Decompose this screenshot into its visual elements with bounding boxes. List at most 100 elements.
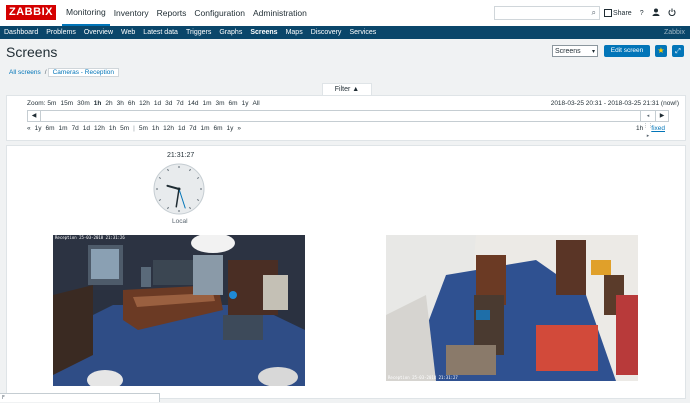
nav-forward-1m[interactable]: 1m: [200, 125, 209, 132]
nav-back-7d[interactable]: 7d: [72, 125, 79, 132]
nav-forward-12h[interactable]: 12h: [163, 125, 174, 132]
share-label: Share: [613, 9, 632, 17]
submenu-item-latest-data[interactable]: Latest data: [139, 26, 182, 39]
zoom-2h[interactable]: 2h: [105, 100, 112, 107]
camera-image-1: Reception 25-03-2018 21:31:26: [53, 235, 305, 386]
submenu-item-overview[interactable]: Overview: [80, 26, 117, 39]
user-icon[interactable]: [652, 8, 660, 18]
nav-back-5m[interactable]: 5m: [120, 125, 129, 132]
scroll-right-button[interactable]: ▶: [656, 111, 668, 121]
breadcrumb-current-screen[interactable]: Cameras - Reception: [47, 68, 120, 77]
zoom-12h[interactable]: 12h: [139, 100, 150, 107]
clock-time: 21:31:27: [167, 152, 195, 159]
chevron-down-icon: ▾: [591, 49, 595, 55]
date-range: 2018-03-25 20:31 - 2018-03-25 21:31 (now…: [550, 100, 679, 107]
zoom-3h[interactable]: 3h: [117, 100, 124, 107]
filter-panel: Zoom: 5m 15m 30m 1h 2h 3h 6h 12h 1d 3d 7d 14d 1m 3m 6m…: [6, 95, 686, 141]
top-bar: ZABBIX Monitoring Inventory Reports Conf…: [0, 0, 690, 27]
period-navigation: « 1y 6m 1m 7d 1d 12h 1h 5m | 5m 1h 12h 1d 7d 1m 6m 1y …: [27, 125, 245, 132]
zoom-3m[interactable]: 3m: [216, 100, 225, 107]
nav-back-1y[interactable]: 1y: [35, 125, 42, 132]
submenu-item-discovery[interactable]: Discovery: [307, 26, 346, 39]
edit-screen-button[interactable]: Edit screen: [604, 45, 650, 57]
zoom-1d[interactable]: 1d: [154, 100, 161, 107]
breadcrumb-all-screens[interactable]: All screens: [6, 69, 44, 76]
menu-configuration[interactable]: Configuration: [190, 0, 249, 26]
nav-back-1m[interactable]: 1m: [59, 125, 68, 132]
status-bar: F: [0, 393, 160, 402]
sub-menu: Dashboard Problems Overview Web Latest data T…: [0, 26, 690, 39]
nav-back-1h[interactable]: 1h: [109, 125, 116, 132]
fullscreen-icon[interactable]: ⤢: [672, 45, 684, 57]
favourite-star-icon[interactable]: ★: [655, 45, 667, 57]
nav-forward-6m[interactable]: 6m: [213, 125, 222, 132]
nav-separator: |: [133, 125, 135, 132]
zoom-15m[interactable]: 15m: [60, 100, 73, 107]
screen-select-value: Screens: [555, 48, 581, 55]
menu-reports[interactable]: Reports: [153, 0, 191, 26]
period-length: 1h: [636, 125, 644, 132]
fixed-toggle[interactable]: fixed: [651, 125, 665, 132]
power-icon[interactable]: [668, 8, 676, 18]
nav-back-marker: «: [27, 125, 31, 132]
submenu-item-graphs[interactable]: Graphs: [215, 26, 246, 39]
zoom-14d[interactable]: 14d: [188, 100, 199, 107]
search-icon[interactable]: ⌕: [592, 7, 596, 19]
share-button[interactable]: Share: [604, 9, 632, 17]
submenu-item-triggers[interactable]: Triggers: [182, 26, 215, 39]
zoom-1y[interactable]: 1y: [242, 100, 249, 107]
submenu-item-services[interactable]: Services: [345, 26, 380, 39]
search-input[interactable]: ⌕: [494, 6, 600, 20]
nav-forward-1d[interactable]: 1d: [178, 125, 185, 132]
timeline-scrollbar[interactable]: ◀ ◂ ⋮⋮ ▸ ▶: [27, 110, 669, 139]
clock-label: Local: [172, 218, 188, 225]
top-icons: Share ?: [604, 5, 676, 21]
nav-forward-marker: »: [237, 125, 242, 132]
submenu-item-problems[interactable]: Problems: [42, 26, 80, 39]
zoom-All[interactable]: All: [252, 100, 259, 107]
zoom-1m[interactable]: 1m: [202, 100, 211, 107]
nav-forward-5m[interactable]: 5m: [139, 125, 148, 132]
breadcrumb: All screens / Cameras - Reception: [6, 67, 120, 78]
camera-2-scene: [386, 235, 638, 381]
caret-up-icon: ▲: [352, 86, 360, 93]
submenu-item-dashboard[interactable]: Dashboard: [0, 26, 42, 39]
scroll-handle[interactable]: ◂ ⋮⋮ ▸: [640, 111, 656, 139]
scroll-left-button[interactable]: ◀: [28, 111, 41, 121]
zoom-5m[interactable]: 5m: [47, 100, 56, 107]
menu-administration[interactable]: Administration: [249, 0, 311, 26]
nav-back-1d[interactable]: 1d: [83, 125, 90, 132]
period-controls: 1h fixed: [636, 125, 665, 132]
screen-select[interactable]: Screens ▾: [552, 45, 598, 57]
camera-1-timestamp: Reception 25-03-2018 21:31:26: [55, 235, 125, 240]
zoom-3d[interactable]: 3d: [165, 100, 172, 107]
zoom-7d[interactable]: 7d: [176, 100, 183, 107]
nav-back-12h[interactable]: 12h: [94, 125, 105, 132]
nav-forward-1y[interactable]: 1y: [227, 125, 234, 132]
zoom-label: Zoom:: [27, 100, 46, 107]
zabbix-logo[interactable]: ZABBIX: [6, 5, 56, 20]
camera-image-2: Reception 25-03-2018 21:31:27: [386, 235, 638, 381]
zoom-6h[interactable]: 6h: [128, 100, 135, 107]
camera-1-scene: [53, 235, 305, 386]
menu-monitoring[interactable]: Monitoring: [62, 0, 110, 26]
submenu-item-maps[interactable]: Maps: [282, 26, 307, 39]
page-title: Screens: [6, 44, 58, 60]
nav-forward-1h[interactable]: 1h: [152, 125, 159, 132]
brand-label: Zabbix: [663, 29, 685, 36]
submenu-item-web[interactable]: Web: [117, 26, 139, 39]
zoom-1h[interactable]: 1h: [94, 100, 102, 107]
submenu-item-screens[interactable]: Screens: [246, 26, 281, 39]
share-icon: [604, 9, 612, 17]
analog-clock: [153, 163, 205, 215]
main-menu: Monitoring Inventory Reports Configurati…: [62, 0, 311, 26]
zoom-row: Zoom: 5m 15m 30m 1h 2h 3h 6h 12h 1d 3d 7d 14d 1m 3m 6m…: [27, 100, 264, 107]
camera-2-timestamp: Reception 25-03-2018 21:31:27: [388, 375, 458, 380]
menu-inventory[interactable]: Inventory: [110, 0, 153, 26]
nav-forward-7d[interactable]: 7d: [189, 125, 196, 132]
nav-back-6m[interactable]: 6m: [46, 125, 55, 132]
screen-content: 21:31:27 Local Reception 25-03-2018 21:3…: [6, 145, 686, 399]
zoom-30m[interactable]: 30m: [77, 100, 90, 107]
zoom-6m[interactable]: 6m: [229, 100, 238, 107]
help-icon[interactable]: ?: [640, 10, 644, 17]
